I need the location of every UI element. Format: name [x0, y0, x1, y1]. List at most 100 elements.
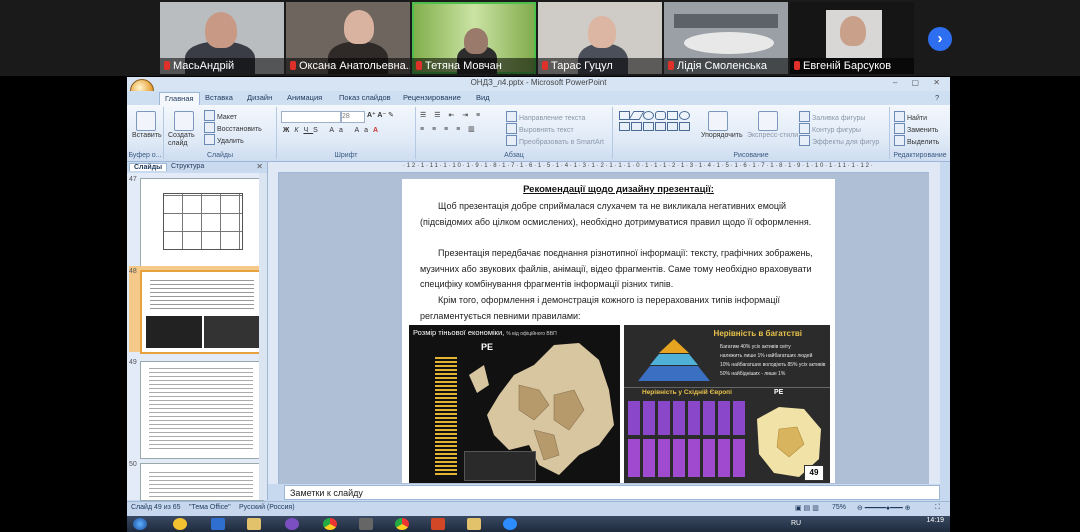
shape-triangle-icon[interactable] [619, 122, 630, 131]
align-text-button[interactable]: Выровнять текст [506, 123, 574, 134]
select-button[interactable]: Выделить [894, 135, 939, 146]
participant-tile-active[interactable]: Тетяна Мовчан [412, 2, 536, 74]
font-size-combo[interactable]: 28 [341, 111, 365, 123]
mic-muted-icon [416, 61, 422, 70]
shape-cloud-icon[interactable] [679, 122, 690, 131]
next-page-button[interactable]: › [928, 27, 952, 51]
font-color-button[interactable]: A [373, 127, 378, 134]
tab-home[interactable]: Главная [159, 92, 200, 105]
shape-arrow-icon[interactable] [631, 122, 642, 131]
thumb-map-image [146, 316, 202, 348]
delete-button[interactable]: Удалить [204, 134, 244, 145]
tab-insert[interactable]: Вставка [205, 93, 233, 102]
shape-fill-button[interactable]: Заливка фигуры [799, 111, 865, 122]
slide-title[interactable]: Рекомендації щодо дизайну презентації: [402, 184, 835, 195]
font-name-combo[interactable] [281, 111, 341, 123]
shape-circle-icon[interactable] [679, 111, 690, 120]
folder-icon[interactable] [247, 518, 261, 530]
smartart-button[interactable]: Преобразовать в SmartArt [506, 135, 604, 146]
view-buttons[interactable]: ▣▤▥ [795, 504, 821, 512]
grow-font-button[interactable]: A⁺ A⁻ ✎ [367, 111, 394, 119]
mic-muted-icon [668, 61, 674, 70]
quick-styles-button[interactable]: Экспресс-стили [747, 132, 798, 139]
participant-tile[interactable]: Оксана Анатольевна... [286, 2, 410, 74]
participant-tile[interactable]: Тарас Гуцул [538, 2, 662, 74]
start-button-icon[interactable] [133, 518, 147, 530]
help-icon[interactable]: ? [935, 93, 939, 102]
shadow-economy-map-image[interactable]: Розмір тіньової економіки, % від офіційн… [409, 325, 620, 483]
paste-button[interactable]: Вставить [132, 132, 162, 139]
pane-scrollbar[interactable] [259, 173, 267, 500]
shape-square-icon[interactable] [667, 111, 678, 120]
shape-star-icon[interactable] [655, 122, 666, 131]
format-buttons[interactable]: ЖКЧS Aa Aa [283, 127, 373, 134]
thumb-text-lines [150, 278, 254, 312]
powerpoint-icon[interactable] [431, 518, 445, 530]
slide-paragraph[interactable]: Крім того, оформлення і демонстрація кож… [420, 293, 820, 324]
chrome-icon[interactable] [323, 518, 337, 530]
shape-effects-button[interactable]: Эффекты для фигур [799, 135, 879, 146]
thumb-map-image [204, 316, 260, 348]
quick-styles-icon[interactable] [758, 111, 778, 131]
participant-name: Тарас Гуцул [551, 60, 613, 72]
system-clock[interactable]: 14:19 [926, 517, 944, 524]
arrange-button[interactable]: Упорядочить [701, 132, 743, 139]
fit-window-icon[interactable]: ⛶ [935, 504, 940, 512]
align-text-label: Выровнять текст [519, 127, 574, 134]
shape-oval-icon[interactable] [643, 111, 654, 120]
new-slide-icon[interactable] [174, 111, 194, 131]
keyboard-language[interactable]: RU [791, 520, 801, 527]
slide-thumbnail[interactable] [140, 361, 264, 459]
align-buttons[interactable]: ≡ ≡ ≡ ≡ ▥ [420, 125, 478, 133]
slide-thumbnail[interactable] [140, 178, 264, 268]
tab-slides[interactable]: Слайды [129, 163, 168, 171]
participant-tile[interactable]: Лідія Смоленська [664, 2, 788, 74]
reset-button[interactable]: Восстановить [204, 122, 262, 133]
app-icon[interactable] [173, 518, 187, 530]
tab-review[interactable]: Рецензирование [403, 93, 461, 102]
vertical-scrollbar[interactable] [929, 172, 940, 484]
paste-icon[interactable] [136, 111, 156, 131]
arrange-icon[interactable] [708, 111, 728, 131]
outline-icon [799, 123, 810, 134]
fill-icon [799, 111, 810, 122]
save-icon[interactable] [211, 518, 225, 530]
shape-rounded-icon[interactable] [655, 111, 666, 120]
tab-outline[interactable]: Структура [167, 163, 208, 170]
slide-paragraph[interactable]: Презентація передбачає поєднання різноти… [420, 246, 820, 293]
find-button[interactable]: Найти [894, 111, 927, 122]
zoom-app-icon[interactable] [503, 518, 517, 530]
stat-line: належить лише 1% найбагатших людей [720, 353, 813, 359]
chrome-icon[interactable] [395, 518, 409, 530]
slide-paragraph[interactable]: Щоб презентація добре сприймалася слухач… [420, 199, 820, 230]
new-slide-button[interactable]: Создать слайд [168, 132, 198, 148]
window-controls[interactable]: – ▢ ✕ [893, 78, 946, 87]
shape-brace-icon[interactable] [643, 122, 654, 131]
shape-callout-icon[interactable] [667, 122, 678, 131]
tab-view[interactable]: Вид [476, 93, 490, 102]
zoom-level[interactable]: 75% [832, 504, 846, 511]
slide-canvas[interactable]: Рекомендації щодо дизайну презентації: Щ… [402, 179, 835, 483]
layout-button[interactable]: Макет [204, 110, 237, 121]
participant-tile[interactable]: МасьАндрій [160, 2, 284, 74]
slide-thumbnail[interactable] [140, 463, 264, 501]
shape-outline-button[interactable]: Контур фигуры [799, 123, 861, 134]
folder-icon[interactable] [467, 518, 481, 530]
notes-pane[interactable]: Заметки к слайду [284, 485, 940, 500]
smartart-icon [506, 135, 517, 146]
list-buttons[interactable]: ☰ ☰ ⇤ ⇥ ≡ [420, 111, 483, 119]
tab-slideshow[interactable]: Показ слайдов [339, 93, 391, 102]
wealth-inequality-infographic-image[interactable]: Нерівність в багатстві Багатим 40% усіх … [624, 325, 830, 483]
text-direction-button[interactable]: Направление текста [506, 111, 585, 122]
slide-thumbnail-selected[interactable] [140, 270, 266, 354]
viber-icon[interactable] [285, 518, 299, 530]
app-icon[interactable] [359, 518, 373, 530]
replace-button[interactable]: Заменить [894, 123, 938, 134]
close-icon[interactable]: ✕ [256, 162, 263, 171]
participant-tile[interactable]: Евгеній Барсуков [790, 2, 914, 74]
tab-design[interactable]: Дизайн [247, 93, 272, 102]
language-indicator[interactable]: Русский (Россия) [239, 504, 295, 511]
zoom-slider[interactable]: ⊖ ━━━━━●━━━ ⊕ [857, 504, 911, 512]
tab-animation[interactable]: Анимация [287, 93, 322, 102]
ribbon-tabs: Главная Вставка Дизайн Анимация Показ сл… [127, 91, 950, 105]
